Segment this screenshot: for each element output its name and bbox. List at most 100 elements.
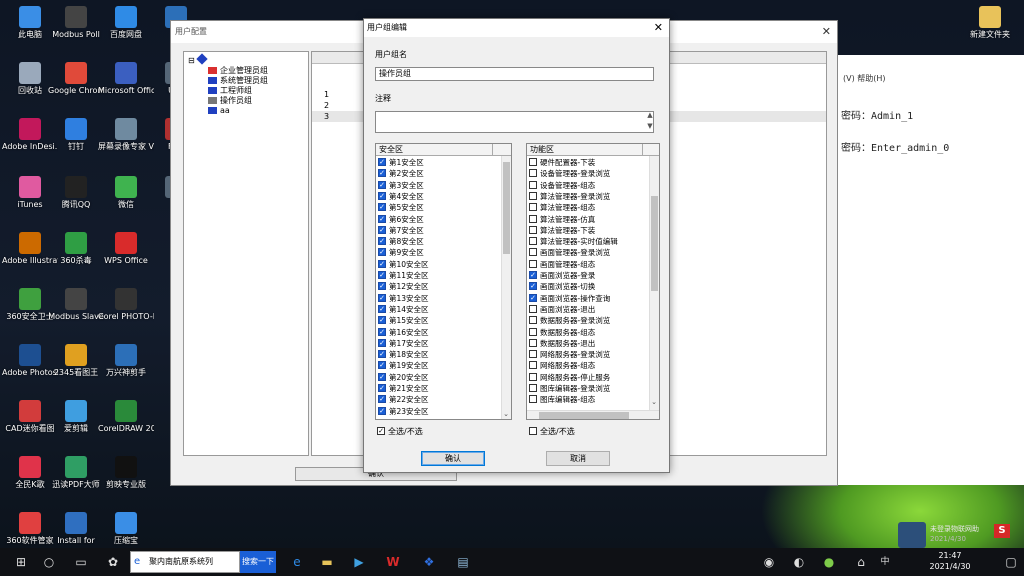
desktop-icon[interactable]: Install for xyxy=(48,512,104,546)
ime-indicator[interactable]: 中 xyxy=(876,553,894,571)
checkbox-icon[interactable]: ✓ xyxy=(378,259,386,268)
checkbox-icon[interactable] xyxy=(529,225,537,234)
checkbox-icon[interactable]: ✓ xyxy=(378,282,386,291)
checkbox-icon[interactable] xyxy=(529,169,537,178)
menu-bar[interactable]: (V) 帮助(H) xyxy=(843,73,886,84)
tree-item[interactable]: aa xyxy=(208,106,230,116)
checkbox-icon[interactable]: ✓ xyxy=(378,384,386,392)
desktop-icon[interactable]: Modbus Slave xyxy=(48,288,104,322)
desktop-icon[interactable]: Google Chrome xyxy=(48,62,104,96)
checkbox-icon[interactable] xyxy=(529,259,537,268)
list-item[interactable]: 网络服务器-登录浏览 xyxy=(529,349,610,360)
desktop-icon[interactable]: Microsoft Office Vis... xyxy=(98,62,154,96)
checkbox-icon[interactable] xyxy=(529,158,537,166)
list-item[interactable]: ✓ 画面浏览器-切换 xyxy=(529,281,595,292)
list-item[interactable]: ✓ 第6安全区 xyxy=(378,214,424,225)
video-editor-icon[interactable]: ▶ xyxy=(350,553,368,571)
list-item[interactable]: 设备管理器-组态 xyxy=(529,180,595,191)
tree-item[interactable]: 企业管理员组 xyxy=(208,66,268,76)
checkbox-icon[interactable]: ✓ xyxy=(378,338,386,347)
folder-icon[interactable]: ▬ xyxy=(318,553,336,571)
checkbox-icon[interactable]: ✓ xyxy=(529,271,537,279)
checkbox-icon[interactable] xyxy=(529,304,537,313)
tree-item[interactable]: 操作员组 xyxy=(208,96,252,106)
list-item[interactable]: ✓ 第13安全区 xyxy=(378,293,429,304)
desktop-icon[interactable]: 百度网盘 xyxy=(98,6,154,40)
checkbox-icon[interactable]: ✓ xyxy=(378,395,386,404)
list-item[interactable]: 画面管理器-登录浏览 xyxy=(529,247,610,258)
start-icon[interactable]: ⊞ xyxy=(12,553,30,571)
list-item[interactable]: ✓ 画面浏览器-操作查询 xyxy=(529,293,610,304)
checkbox-icon[interactable] xyxy=(529,426,537,435)
select-all-security[interactable]: ✓ 全选/不选 xyxy=(377,426,423,437)
checkbox-icon[interactable]: ✓ xyxy=(378,158,386,166)
checkbox-icon[interactable]: ✓ xyxy=(378,361,386,370)
taskbar-search-button[interactable]: 搜索一下 xyxy=(240,551,276,573)
app-icon[interactable]: ✿ xyxy=(104,553,122,571)
edge-icon[interactable]: e xyxy=(288,553,306,571)
checkbox-icon[interactable] xyxy=(529,191,537,200)
close-icon[interactable]: ✕ xyxy=(654,21,663,34)
checkbox-icon[interactable]: ✓ xyxy=(378,169,386,178)
checkbox-icon[interactable]: ✓ xyxy=(529,282,537,291)
tray-network-icon[interactable]: ⌂ xyxy=(852,553,870,571)
cancel-button[interactable]: 取消 xyxy=(546,451,610,466)
tray-people-icon[interactable]: ◉ xyxy=(760,553,778,571)
desktop-icon[interactable]: 屏幕录像专家 V2015 xyxy=(98,118,154,152)
desktop-icon[interactable]: 万兴神剪手 xyxy=(98,344,154,378)
tree-item[interactable]: 工程师组 xyxy=(208,86,252,96)
desktop-icon[interactable]: CorelDRAW 2018 (64-... xyxy=(98,400,154,434)
checkbox-icon[interactable] xyxy=(529,214,537,223)
desktop-icon[interactable]: Modbus Poll xyxy=(48,6,104,40)
list-item[interactable]: 网络服务器-停止服务 xyxy=(529,372,610,383)
list-item[interactable]: 硬件配置器-下装 xyxy=(529,157,595,168)
desktop-icon[interactable]: 爱剪辑 xyxy=(48,400,104,434)
tray-icon[interactable]: ◐ xyxy=(790,553,808,571)
note-input[interactable] xyxy=(375,111,654,133)
list-item[interactable]: 算法管理器-仿真 xyxy=(529,214,595,225)
list-item[interactable]: 画面浏览器-退出 xyxy=(529,304,595,315)
list-item[interactable]: 网络服务器-组态 xyxy=(529,360,595,371)
function-zone-list[interactable]: 功能区 硬件配置器-下装 设备管理器-登录浏览 设备管理器-组态 算法管理器-登录浏览… xyxy=(526,143,660,420)
checkbox-icon[interactable]: ✓ xyxy=(378,293,386,302)
desktop-icon[interactable]: 360杀毒 xyxy=(48,232,104,266)
list-item[interactable]: ✓ 第8安全区 xyxy=(378,236,424,247)
function-scrollbar[interactable] xyxy=(649,156,659,410)
desktop-icon[interactable]: 迅读PDF大师 xyxy=(48,456,104,490)
checkbox-icon[interactable]: ✓ xyxy=(378,248,386,257)
list-item[interactable]: 算法管理器-登录浏览 xyxy=(529,191,610,202)
checkbox-icon[interactable] xyxy=(529,248,537,257)
checkbox-icon[interactable] xyxy=(529,338,537,347)
list-item[interactable]: ✓ 第19安全区 xyxy=(378,360,429,371)
list-item[interactable]: 数据服务器-登录浏览 xyxy=(529,315,610,326)
group-tree[interactable]: ⊟ 企业管理员组 系统管理员组 工程师组 操作员组 aa xyxy=(183,51,309,456)
checkbox-icon[interactable]: ✓ xyxy=(378,304,386,313)
desktop-icon[interactable]: WPS Office xyxy=(98,232,154,266)
desktop-icon[interactable]: 剪映专业版 xyxy=(98,456,154,490)
list-item[interactable]: 算法管理器-组态 xyxy=(529,202,595,213)
checkbox-icon[interactable]: ✓ xyxy=(378,372,386,381)
list-item[interactable]: ✓ 第10安全区 xyxy=(378,259,429,270)
function-hscrollbar[interactable] xyxy=(527,410,659,419)
scroll-down-icon[interactable]: ⌄ xyxy=(501,410,511,418)
close-icon[interactable]: ✕ xyxy=(822,25,831,38)
list-item[interactable]: ✓ 第4安全区 xyxy=(378,191,424,202)
desktop-icon[interactable]: 新建文件夹 xyxy=(962,6,1018,40)
checkbox-icon[interactable]: ✓ xyxy=(529,293,537,302)
checkbox-icon[interactable] xyxy=(529,327,537,336)
scrollbar-thumb[interactable] xyxy=(651,196,658,291)
list-item[interactable]: ✓ 第3安全区 xyxy=(378,180,424,191)
desktop-icon[interactable]: 微信 xyxy=(98,176,154,210)
list-item[interactable]: ✓ 画面浏览器-登录 xyxy=(529,270,595,281)
list-item[interactable]: ✓ 第15安全区 xyxy=(378,315,429,326)
checkbox-icon[interactable]: ✓ xyxy=(377,426,385,435)
select-all-function[interactable]: 全选/不选 xyxy=(529,426,575,437)
list-item[interactable]: 数据服务器-组态 xyxy=(529,327,595,338)
checkbox-icon[interactable] xyxy=(529,384,537,392)
desktop-icon[interactable]: 压缩宝 xyxy=(98,512,154,546)
checkbox-icon[interactable]: ✓ xyxy=(378,237,386,246)
list-item[interactable]: ✓ 第18安全区 xyxy=(378,349,429,360)
tree-item[interactable]: 系统管理员组 xyxy=(208,76,268,86)
ok-button[interactable]: 确认 xyxy=(421,451,485,466)
list-item[interactable]: ✓ 第1安全区 xyxy=(378,157,424,168)
